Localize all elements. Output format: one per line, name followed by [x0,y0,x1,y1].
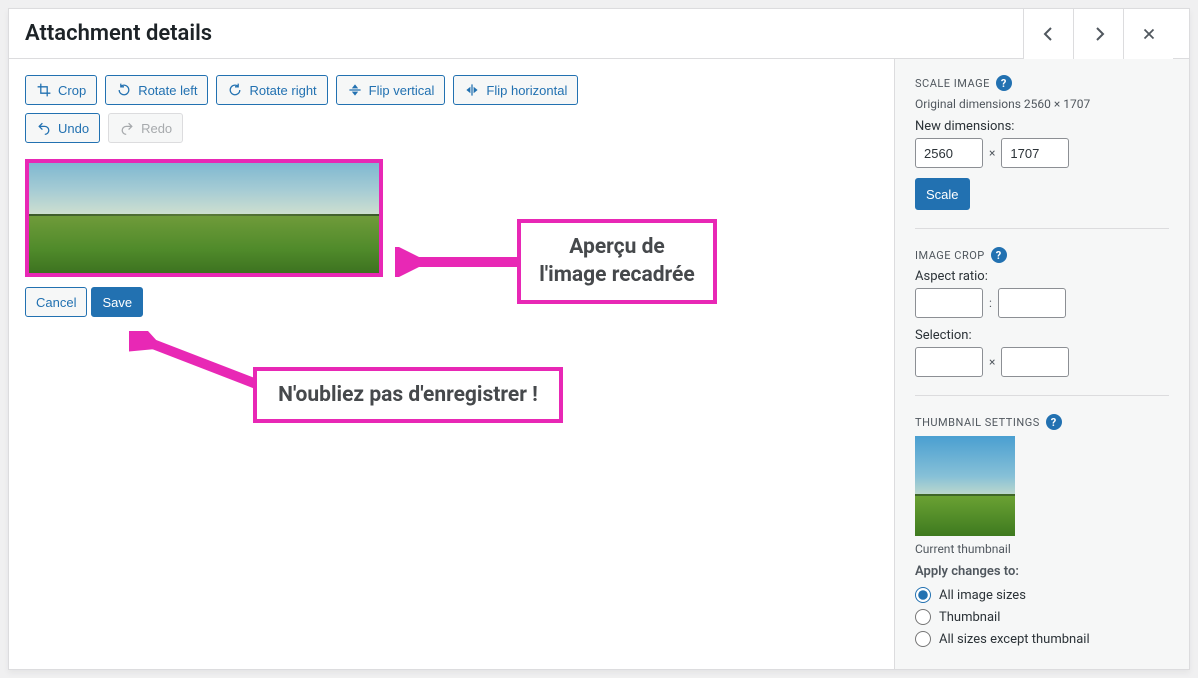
apply-changes-label: Apply changes to: [915,564,1169,579]
thumbnail-section-title: THUMBNAIL SETTINGS ? [915,414,1169,430]
editor-actions: Cancel Save [25,287,878,317]
preview-grass [29,216,379,273]
attachment-details-modal: Attachment details Crop Rotate l [8,8,1190,670]
scale-section-title: SCALE IMAGE ? [915,75,1169,91]
apply-all-label: All image sizes [939,588,1026,603]
scale-button-label: Scale [926,187,959,202]
rotate-right-label: Rotate right [249,83,316,98]
apply-except-label: All sizes except thumbnail [939,632,1090,647]
prev-button[interactable] [1023,9,1073,59]
selection-row: × [915,347,1169,377]
scale-button[interactable]: Scale [915,178,970,210]
redo-icon [119,120,135,136]
new-dimensions-row: × [915,138,1169,168]
aspect-ratio-row: : [915,288,1169,318]
thumbnail-preview [915,436,1015,536]
original-dimensions: Original dimensions 2560 × 1707 [915,97,1169,111]
rotate-left-label: Rotate left [138,83,197,98]
annotation-text-preview: Aperçu de l'image recadrée [539,235,695,287]
history-toolbar: Undo Redo [25,113,878,143]
dimension-separator: × [989,146,995,160]
scale-width-input[interactable] [915,138,983,168]
selection-height-input[interactable] [1001,347,1069,377]
flip-horizontal-button[interactable]: Flip horizontal [453,75,578,105]
cancel-label: Cancel [36,295,76,310]
separator [915,228,1169,229]
save-button[interactable]: Save [91,287,143,317]
flip-vertical-button[interactable]: Flip vertical [336,75,446,105]
redo-label: Redo [141,121,172,136]
annotation-callout-preview: Aperçu de l'image recadrée [517,219,717,304]
modal-nav [1023,9,1173,59]
undo-button[interactable]: Undo [25,113,100,143]
modal-header: Attachment details [9,9,1189,59]
flip-horizontal-label: Flip horizontal [486,83,567,98]
crop-icon [36,82,52,98]
rotate-left-button[interactable]: Rotate left [105,75,208,105]
thumb-title-text: THUMBNAIL SETTINGS [915,416,1040,429]
cancel-button[interactable]: Cancel [25,287,87,317]
annotation-arrow-preview [395,247,527,277]
help-icon[interactable]: ? [1046,414,1062,430]
next-button[interactable] [1073,9,1123,59]
selection-separator: × [989,355,995,369]
thumb-grass [915,496,1015,536]
editor-toolbar: Crop Rotate left Rotate right Flip verti… [25,75,878,105]
image-editor: Crop Rotate left Rotate right Flip verti… [9,59,894,669]
rotate-right-icon [227,82,243,98]
apply-all-radio[interactable] [915,587,931,603]
aspect-separator: : [989,296,992,310]
apply-all-row[interactable]: All image sizes [915,587,1169,603]
rotate-right-button[interactable]: Rotate right [216,75,327,105]
separator [915,395,1169,396]
flip-vertical-icon [347,82,363,98]
apply-thumb-row[interactable]: Thumbnail [915,609,1169,625]
annotation-text-save: N'oubliez pas d'enregistrer ! [278,383,538,407]
aspect-ratio-label: Aspect ratio: [915,269,1169,284]
new-dimensions-label: New dimensions: [915,119,1169,134]
scale-height-input[interactable] [1001,138,1069,168]
crop-label: Crop [58,83,86,98]
modal-title: Attachment details [25,21,212,46]
settings-sidebar: SCALE IMAGE ? Original dimensions 2560 ×… [894,59,1189,669]
crop-section-title: IMAGE CROP ? [915,247,1169,263]
apply-thumb-radio[interactable] [915,609,931,625]
crop-title-text: IMAGE CROP [915,249,985,262]
aspect-height-input[interactable] [998,288,1066,318]
annotation-arrow-save [129,331,269,391]
selection-width-input[interactable] [915,347,983,377]
image-preview[interactable] [25,159,383,277]
apply-except-radio[interactable] [915,631,931,647]
close-icon [1140,25,1158,43]
undo-label: Undo [58,121,89,136]
crop-button[interactable]: Crop [25,75,97,105]
flip-vertical-label: Flip vertical [369,83,435,98]
chevron-right-icon [1089,24,1109,44]
apply-except-row[interactable]: All sizes except thumbnail [915,631,1169,647]
save-label: Save [102,295,132,310]
modal-body: Crop Rotate left Rotate right Flip verti… [9,59,1189,669]
aspect-width-input[interactable] [915,288,983,318]
current-thumbnail-label: Current thumbnail [915,542,1169,556]
help-icon[interactable]: ? [991,247,1007,263]
selection-label: Selection: [915,328,1169,343]
apply-thumb-label: Thumbnail [939,610,1000,625]
chevron-left-icon [1039,24,1059,44]
undo-icon [36,120,52,136]
redo-button[interactable]: Redo [108,113,183,143]
rotate-left-icon [116,82,132,98]
annotation-callout-save: N'oubliez pas d'enregistrer ! [253,367,563,423]
flip-horizontal-icon [464,82,480,98]
close-button[interactable] [1123,9,1173,59]
help-icon[interactable]: ? [996,75,1012,91]
scale-title-text: SCALE IMAGE [915,77,990,90]
